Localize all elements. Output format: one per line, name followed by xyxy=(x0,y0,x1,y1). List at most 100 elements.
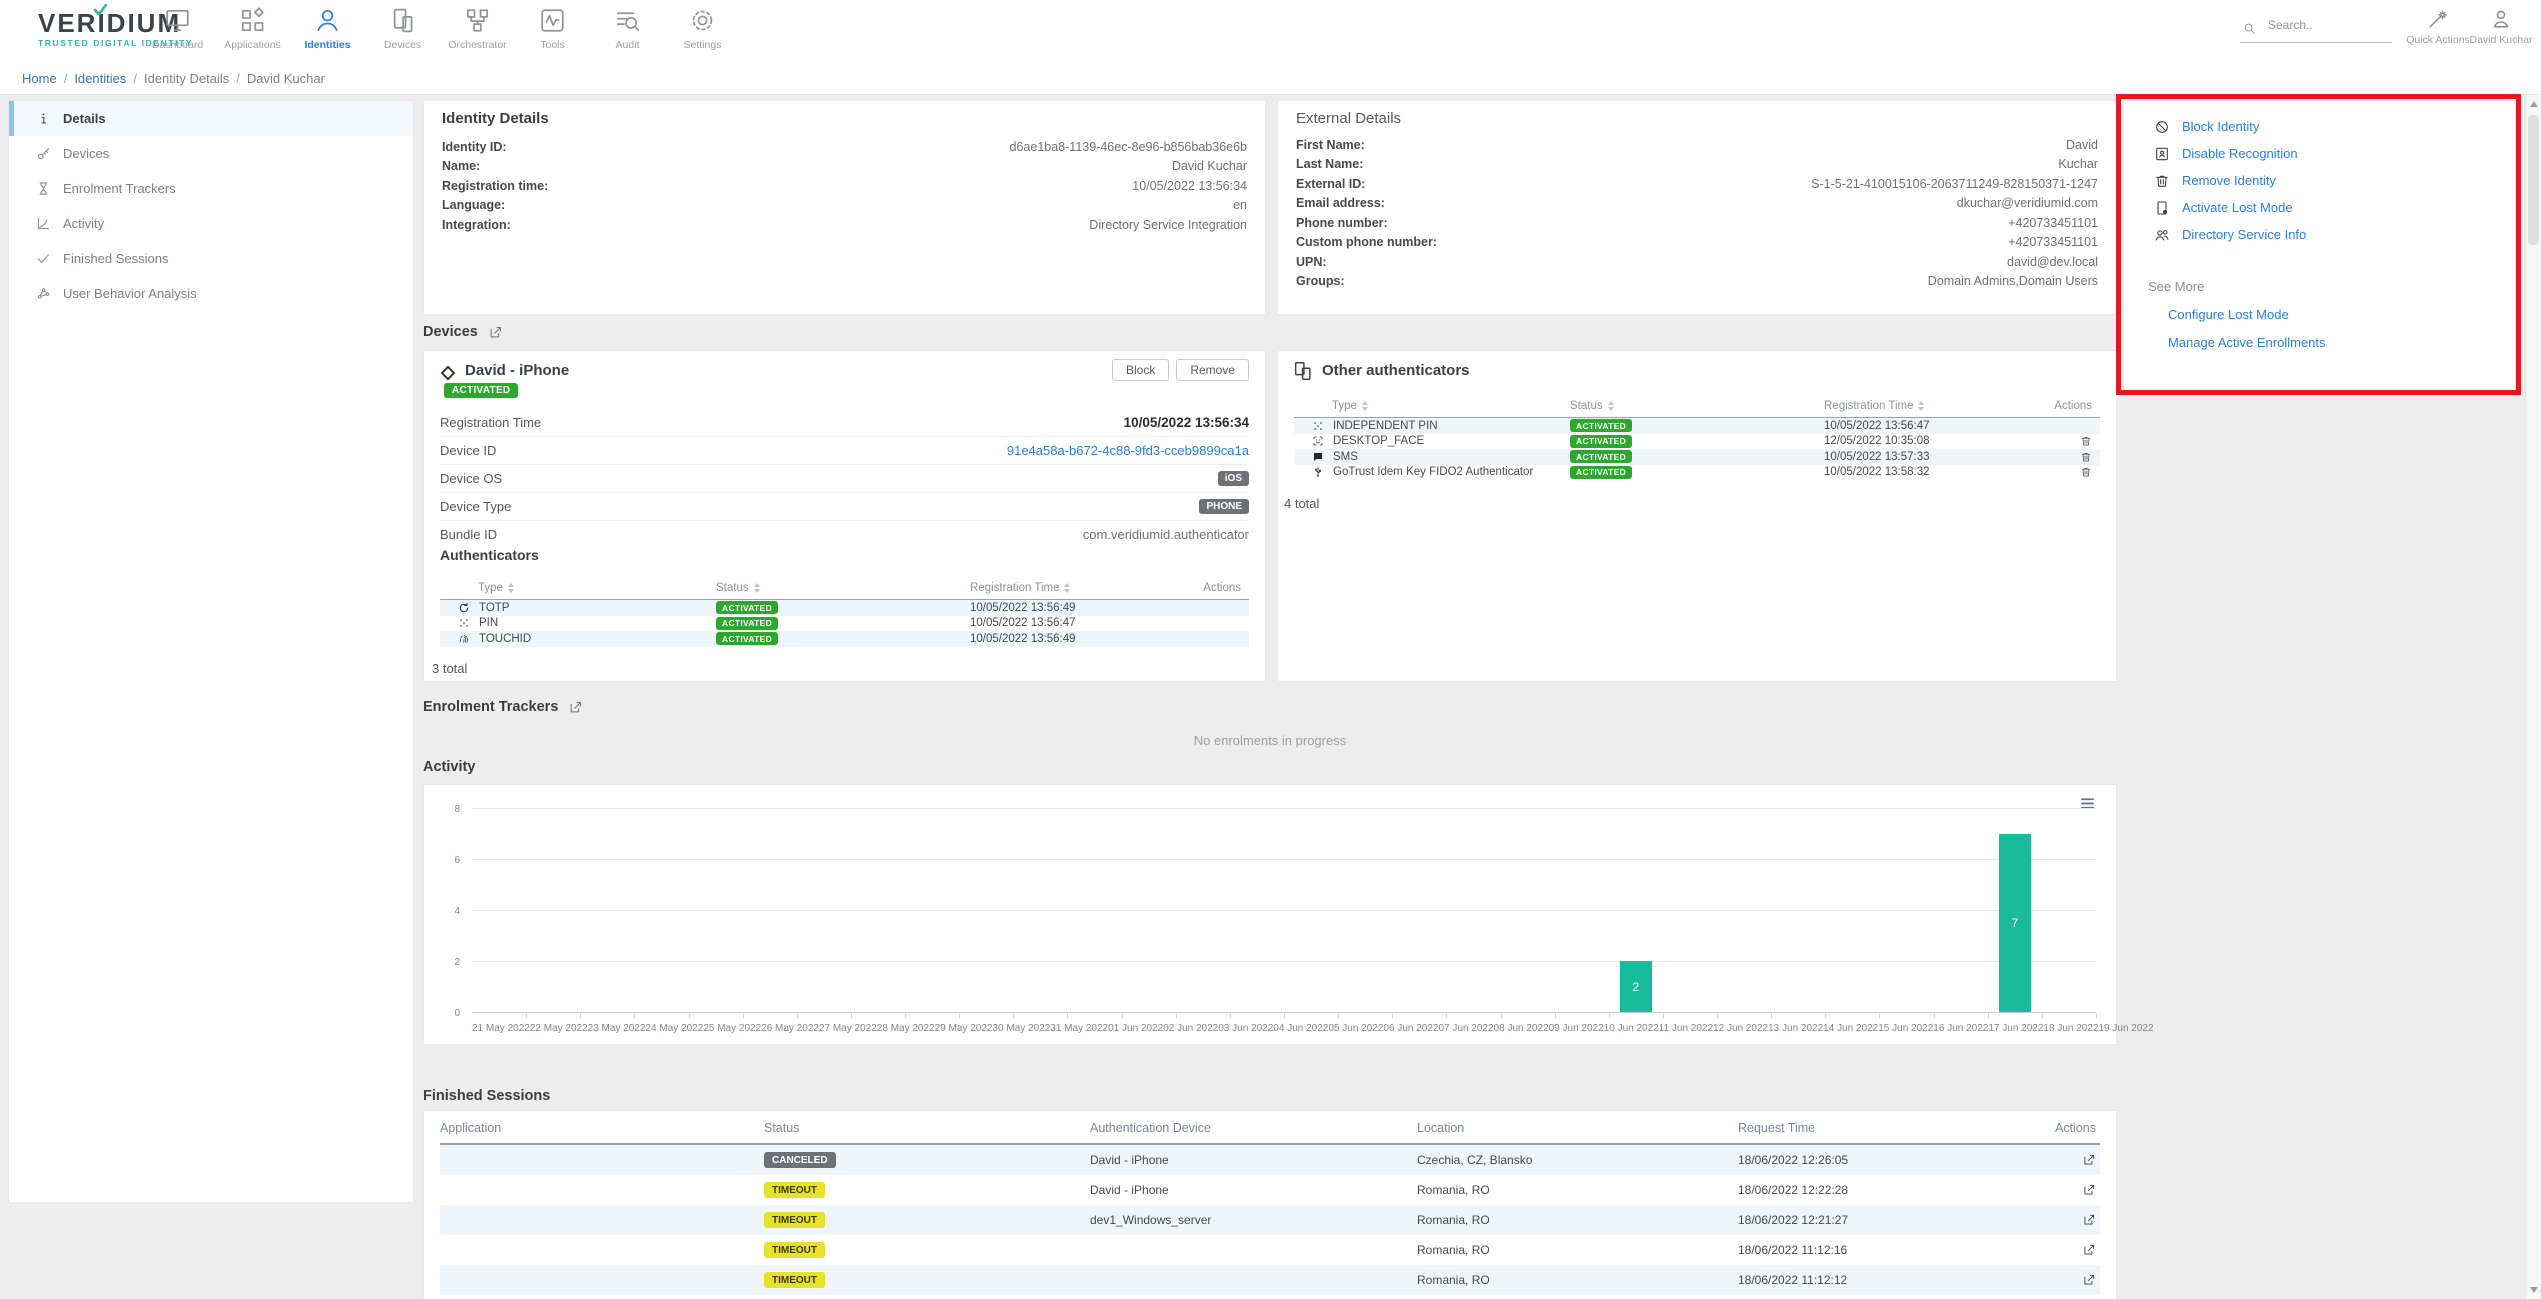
chart-x-tick-label: 22 May 2022 xyxy=(530,1023,588,1034)
sidebar-item-activity[interactable]: Activity xyxy=(9,206,413,241)
remove-identity-link[interactable]: Remove Identity xyxy=(2124,167,2515,194)
page-scrollbar[interactable] xyxy=(2525,95,2541,1299)
device-type-badge: PHONE xyxy=(1199,499,1249,514)
other-auth-row-sms: SMS ACTIVATED 10/05/2022 13:57:33 xyxy=(1294,449,2100,465)
chart-x-tick xyxy=(959,1013,960,1018)
open-session-icon[interactable] xyxy=(2082,1273,2096,1287)
sidebar-item-devices[interactable]: Devices xyxy=(9,136,413,171)
remove-device-button[interactable]: Remove xyxy=(1176,359,1249,381)
nav-item-settings[interactable]: Settings xyxy=(665,6,740,51)
activity-chart-card: 02468 27 21 May 202222 May 202223 May 20… xyxy=(423,784,2117,1045)
activity-bar: 7 xyxy=(1999,834,2031,1013)
custom-phone-row: Custom phone number:+420733451101 xyxy=(1278,233,2116,253)
authenticator-type: DESKTOP_FACE xyxy=(1333,435,1424,447)
column-header-registration-time[interactable]: Registration Time xyxy=(1824,400,2040,412)
breadcrumb-home[interactable]: Home xyxy=(22,71,57,86)
search-input[interactable] xyxy=(2266,17,2390,33)
field-label: First Name: xyxy=(1296,138,1365,152)
status-badge: ACTIVATED xyxy=(716,601,778,614)
chart-x-tick-label: 08 Jun 2022 xyxy=(1494,1023,1549,1034)
breadcrumb-identities[interactable]: Identities xyxy=(74,71,126,86)
activate-lost-mode-link[interactable]: Activate Lost Mode xyxy=(2124,194,2515,221)
open-session-icon[interactable] xyxy=(2082,1153,2096,1167)
nav-item-orchestrator[interactable]: Orchestrator xyxy=(440,6,515,51)
sidebar-item-finished-sessions[interactable]: Finished Sessions xyxy=(9,241,413,276)
bar-value-label: 7 xyxy=(2011,916,2018,930)
open-session-icon[interactable] xyxy=(2082,1243,2096,1257)
external-link-icon[interactable] xyxy=(568,700,583,715)
external-link-icon[interactable] xyxy=(488,325,503,340)
scrollbar-thumb[interactable] xyxy=(2528,115,2539,245)
scrollbar-up-arrow-icon[interactable] xyxy=(2530,101,2538,107)
quick-actions-button[interactable]: Quick Actions xyxy=(2405,8,2471,46)
sidebar-item-enrolment-trackers[interactable]: Enrolment Trackers xyxy=(9,171,413,206)
scrollbar-down-arrow-icon[interactable] xyxy=(2530,1287,2538,1293)
column-header-registration-time[interactable]: Registration Time xyxy=(970,582,1189,594)
block-identity-link[interactable]: Block Identity xyxy=(2124,113,2515,140)
authenticator-type: SMS xyxy=(1333,451,1358,463)
block-device-button[interactable]: Block xyxy=(1112,359,1169,381)
field-value: S-1-5-21-410015106-2063711249-828150371-… xyxy=(1811,177,2098,191)
nav-label: Audit xyxy=(616,39,640,51)
bar-value-label: 2 xyxy=(1633,980,1640,994)
column-header-type[interactable]: Type xyxy=(1294,400,1570,412)
check-icon xyxy=(36,251,51,266)
bundle-id-row: Bundle ID com.veridiumid.authenticator xyxy=(440,521,1249,548)
identity-id-row: Identity ID:d6ae1ba8-1139-46ec-8e96-b856… xyxy=(424,137,1265,157)
field-value: Directory Service Integration xyxy=(1089,218,1247,232)
activity-chart-icon xyxy=(36,216,51,231)
sidebar-item-user-behavior-analysis[interactable]: User Behavior Analysis xyxy=(9,276,413,311)
trash-icon[interactable] xyxy=(2080,435,2092,447)
apps-grid-icon xyxy=(238,6,267,35)
device-os-badge: iOS xyxy=(1218,471,1249,486)
column-header-status[interactable]: Status xyxy=(716,582,970,594)
user-menu-button[interactable]: David Kuchar xyxy=(2470,8,2532,46)
nav-label: Dashboard xyxy=(152,39,203,51)
nav-item-devices[interactable]: Devices xyxy=(365,6,440,51)
chart-x-tick xyxy=(1067,1013,1068,1018)
manage-active-enrollments-link[interactable]: Manage Active Enrollments xyxy=(2124,328,2515,356)
trash-icon[interactable] xyxy=(2080,451,2092,463)
key-icon xyxy=(36,146,51,161)
chart-x-tick-label: 07 Jun 2022 xyxy=(1438,1023,1493,1034)
nav-item-identities[interactable]: Identities xyxy=(290,6,365,51)
nav-item-applications[interactable]: Applications xyxy=(215,6,290,51)
activity-header: Activity xyxy=(423,759,475,775)
device-id-row: Device ID 91e4a58a-b672-4c88-9fd3-cceb98… xyxy=(440,437,1249,465)
column-header-status[interactable]: Status xyxy=(1570,400,1824,412)
chart-x-tick-label: 06 Jun 2022 xyxy=(1383,1023,1438,1034)
field-label: UPN: xyxy=(1296,255,1327,269)
status-badge: ACTIVATED xyxy=(1570,419,1632,432)
column-header-status[interactable]: Status xyxy=(764,1121,1090,1135)
open-session-icon[interactable] xyxy=(2082,1183,2096,1197)
trash-icon[interactable] xyxy=(2080,466,2092,478)
usb-key-icon xyxy=(1312,466,1324,478)
sidebar-item-details[interactable]: Details xyxy=(9,101,413,136)
column-header-actions: Actions xyxy=(1189,582,1249,594)
field-value: David Kuchar xyxy=(1172,159,1247,173)
column-header-auth-device[interactable]: Authentication Device xyxy=(1090,1121,1417,1135)
device-type-row: Device Type PHONE xyxy=(440,493,1249,521)
column-header-location[interactable]: Location xyxy=(1417,1121,1738,1135)
authenticator-type: GoTrust Idem Key FIDO2 Authenticator xyxy=(1333,466,1533,478)
veridium-admin-screen: VERIDIUM TRUSTED DIGITAL IDENTITY Dashbo… xyxy=(0,0,2541,1299)
column-header-application[interactable]: Application xyxy=(440,1121,764,1135)
session-device: dev1_Windows_server xyxy=(1090,1213,1417,1227)
disable-recognition-link[interactable]: Disable Recognition xyxy=(2124,140,2515,167)
nav-item-tools[interactable]: Tools xyxy=(515,6,590,51)
open-session-icon[interactable] xyxy=(2082,1213,2096,1227)
field-value: David xyxy=(2066,138,2098,152)
other-authenticators-total: 4 total xyxy=(1284,496,2100,511)
block-icon xyxy=(2154,119,2170,135)
configure-lost-mode-link[interactable]: Configure Lost Mode xyxy=(2124,300,2515,328)
nav-item-dashboard[interactable]: Dashboard xyxy=(140,6,215,51)
column-header-request-time[interactable]: Request Time xyxy=(1738,1121,2042,1135)
chart-x-tick xyxy=(580,1013,581,1018)
chart-x-tick-label: 02 Jun 2022 xyxy=(1163,1023,1218,1034)
device-id-link[interactable]: 91e4a58a-b672-4c88-9fd3-cceb9899ca1a xyxy=(1007,443,1249,458)
directory-service-info-link[interactable]: Directory Service Info xyxy=(2124,221,2515,248)
global-search xyxy=(2240,16,2392,43)
field-value: Kuchar xyxy=(2058,157,2098,171)
column-header-type[interactable]: Type xyxy=(440,582,716,594)
nav-item-audit[interactable]: Audit xyxy=(590,6,665,51)
